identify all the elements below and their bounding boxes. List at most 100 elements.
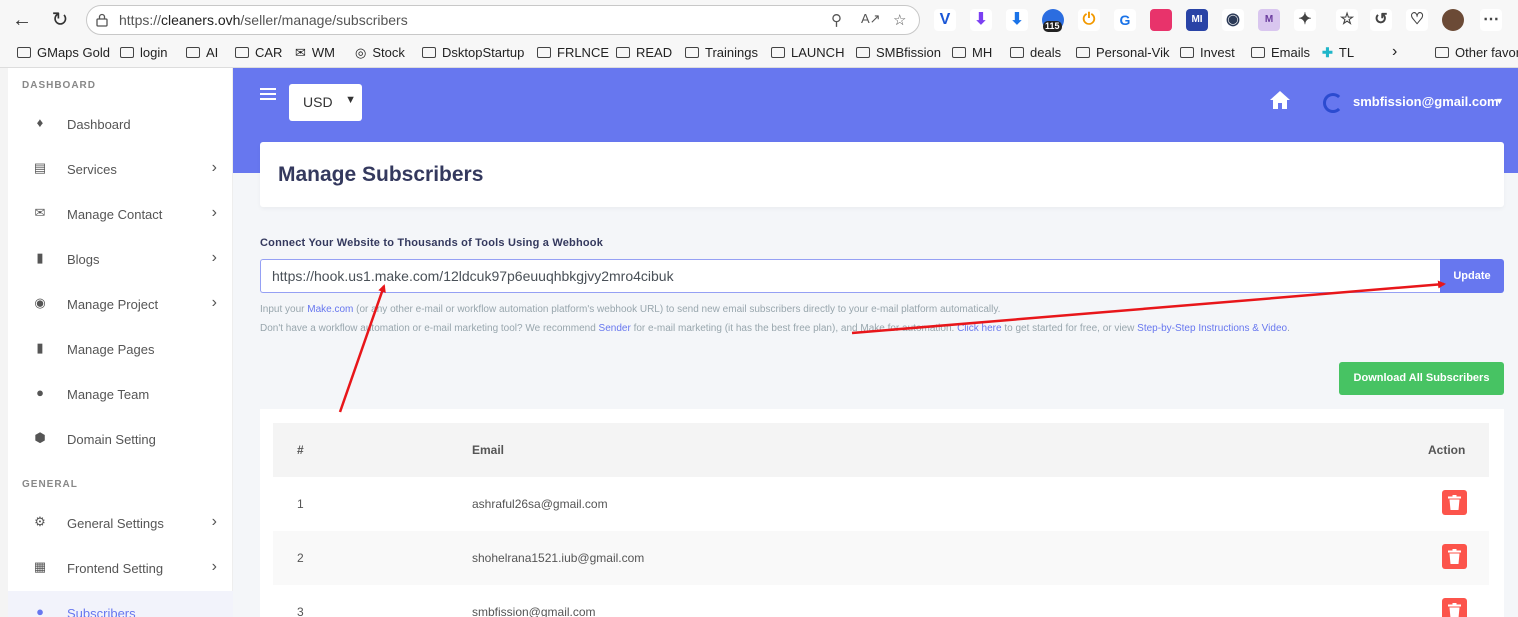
delete-button[interactable] <box>1442 490 1467 515</box>
sidebar-item-subscribers[interactable]: ● Subscribers <box>8 591 233 617</box>
bookmark-item[interactable]: DsktopStartup <box>422 45 524 60</box>
sidebar-item-label: Manage Pages <box>67 342 155 357</box>
extension-m-icon[interactable]: M <box>1258 9 1280 31</box>
page-title: Manage Subscribers <box>278 163 484 186</box>
page-header-card: Manage Subscribers <box>260 142 1504 207</box>
history-icon[interactable]: ↺ <box>1370 9 1392 31</box>
envelope-icon: ✉ <box>34 205 46 220</box>
webhook-label: Connect Your Website to Thousands of Too… <box>260 237 604 249</box>
extension-color-icon[interactable] <box>1150 9 1172 31</box>
instructions-link[interactable]: Step-by-Step Instructions & Video <box>1137 323 1287 334</box>
bookmark-item[interactable]: Emails <box>1251 45 1310 60</box>
bookmark-item[interactable]: login <box>120 45 167 60</box>
delete-button[interactable] <box>1442 544 1467 569</box>
profile-avatar[interactable] <box>1442 9 1464 31</box>
bookmark-item[interactable]: READ <box>616 45 672 60</box>
sidebar-item-dashboard[interactable]: ♦ Dashboard <box>8 102 233 147</box>
row-email: shohelrana1521.iub@gmail.com <box>472 551 645 565</box>
extension-download-purple-icon[interactable]: ⬇ <box>970 9 992 31</box>
extension-translate-icon[interactable]: G <box>1114 9 1136 31</box>
bookmark-item[interactable]: GMaps Gold <box>17 45 110 60</box>
favorites-icon[interactable]: ☆ <box>1336 9 1358 31</box>
help-text-1: Input your Make.com (or any other e-mail… <box>260 304 1001 315</box>
bookmark-item[interactable]: deals <box>1010 45 1061 60</box>
folder-icon <box>1180 47 1194 58</box>
sidebar-item-manage-pages[interactable]: ▮ Manage Pages <box>8 327 233 372</box>
bookmark-item[interactable]: CAR <box>235 45 282 60</box>
user-avatar[interactable] <box>1323 93 1343 113</box>
sidebar-item-manage-project[interactable]: ◉ Manage Project › <box>8 282 233 327</box>
menu-toggle-icon[interactable] <box>260 88 276 103</box>
home-icon[interactable] <box>1269 90 1291 110</box>
address-bar[interactable]: https://cleaners.ovh/seller/manage/subsc… <box>86 5 920 35</box>
extensions-puzzle-icon[interactable]: ✦ <box>1294 9 1316 31</box>
sidebar-item-manage-contact[interactable]: ✉ Manage Contact › <box>8 192 233 237</box>
sidebar-item-services[interactable]: ▤ Services › <box>8 147 233 192</box>
bookmark-item[interactable]: ◎ Stock <box>355 45 405 61</box>
bookmark-item[interactable]: MH <box>952 45 992 60</box>
read-aloud-icon[interactable]: A↗ <box>861 11 881 27</box>
health-icon[interactable]: ♡ <box>1406 9 1428 31</box>
back-icon[interactable]: ← <box>10 8 34 32</box>
trash-icon <box>1448 495 1461 510</box>
folder-icon <box>616 47 630 58</box>
extension-download-icon[interactable]: ⬇ <box>1006 9 1028 31</box>
bookmark-item[interactable]: SMBfission <box>856 45 941 60</box>
currency-select[interactable]: USD ▼ <box>289 84 362 121</box>
caret-down-icon[interactable]: ▼ <box>1495 96 1504 106</box>
extension-v-icon[interactable]: V <box>934 9 956 31</box>
extension-badge-icon[interactable]: 115 <box>1042 9 1064 32</box>
sidebar-section-general: GENERAL <box>22 479 78 490</box>
zoom-icon[interactable]: ⚲ <box>831 11 842 29</box>
bookmark-item[interactable]: Invest <box>1180 45 1235 60</box>
sidebar-item-frontend-setting[interactable]: ▦ Frontend Setting › <box>8 546 233 591</box>
download-subscribers-button[interactable]: Download All Subscribers <box>1339 362 1504 395</box>
folder-icon <box>771 47 785 58</box>
mail-icon: ✉ <box>295 45 306 60</box>
folder-icon <box>1010 47 1024 58</box>
bookmark-item[interactable]: ✉ WM <box>295 45 335 61</box>
column-header-number: # <box>297 443 304 457</box>
make-link[interactable]: Make.com <box>307 304 353 315</box>
extension-power-icon[interactable]: ⏻ <box>1078 9 1100 31</box>
file-icon: ▮ <box>36 250 44 265</box>
bookmark-item[interactable]: ✚ TL <box>1322 45 1354 61</box>
sidebar-edge <box>0 68 8 617</box>
refresh-icon[interactable]: ↻ <box>48 8 72 32</box>
click-here-link[interactable]: Click here <box>957 323 1001 334</box>
webhook-url-input[interactable] <box>260 259 1441 293</box>
bookmark-item[interactable]: Trainings <box>685 45 758 60</box>
project-icon: ◉ <box>34 295 46 310</box>
extension-mi-icon[interactable]: MI <box>1186 9 1208 31</box>
extension-alien-icon[interactable]: ◉ <box>1222 9 1244 31</box>
sidebar-item-blogs[interactable]: ▮ Blogs › <box>8 237 233 282</box>
sidebar-item-domain-setting[interactable]: ⬢ Domain Setting <box>8 417 233 462</box>
more-menu-icon[interactable]: ⋯ <box>1480 9 1502 31</box>
sidebar-item-general-settings[interactable]: ⚙ General Settings › <box>8 501 233 546</box>
folder-icon <box>856 47 870 58</box>
make-link-2[interactable]: Make <box>860 323 884 334</box>
bookmark-item[interactable]: LAUNCH <box>771 45 844 60</box>
bookmark-item[interactable]: FRLNCE <box>537 45 609 60</box>
bookmark-item[interactable]: Personal-Vik <box>1076 45 1169 60</box>
page-icon: ▮ <box>36 340 44 355</box>
delete-button[interactable] <box>1442 598 1467 617</box>
favorite-star-icon[interactable]: ☆ <box>893 11 906 29</box>
sidebar-item-label: Blogs <box>67 252 100 267</box>
trash-icon <box>1448 549 1461 564</box>
sidebar-item-label: Frontend Setting <box>67 561 164 576</box>
folder-icon <box>120 47 134 58</box>
sidebar-item-manage-team[interactable]: ● Manage Team <box>8 372 233 417</box>
row-number: 1 <box>297 497 304 511</box>
user-email[interactable]: smbfission@gmail.com <box>1353 94 1499 109</box>
grid-icon: ▦ <box>33 559 47 574</box>
update-button[interactable]: Update <box>1440 259 1504 293</box>
bookmarks-overflow-chevron-icon[interactable]: › <box>1392 43 1397 61</box>
folder-icon <box>422 47 436 58</box>
row-number: 2 <box>297 551 304 565</box>
other-favorites[interactable]: Other favor <box>1435 45 1518 60</box>
folder-icon <box>186 47 200 58</box>
bookmark-item[interactable]: AI <box>186 45 218 60</box>
sender-link[interactable]: Sender <box>599 323 631 334</box>
chevron-right-icon: › <box>211 513 217 530</box>
